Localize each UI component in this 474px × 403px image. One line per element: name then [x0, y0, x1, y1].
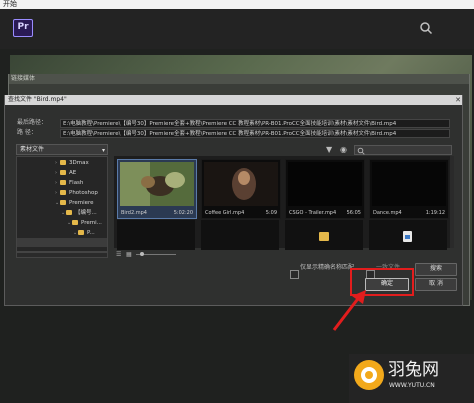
pointer-arrow-icon: [332, 290, 366, 331]
tree-item[interactable]: › AE: [55, 169, 76, 178]
coffee-girl-thumbnail: [204, 162, 278, 206]
premiere-logo: Pr: [13, 19, 33, 37]
search-icon[interactable]: [419, 21, 433, 35]
file-grid[interactable]: Bird2.mp4 5:02:20 Coffee Girl.mp4 5:09 C…: [114, 156, 454, 250]
file-tile[interactable]: [369, 220, 447, 250]
grid-view-icon[interactable]: ▦: [126, 251, 132, 258]
exact-match-checkbox[interactable]: [290, 264, 299, 283]
document-icon: [403, 231, 412, 242]
cancel-button[interactable]: 取 消: [415, 278, 457, 291]
tree-scrollbar[interactable]: [16, 252, 108, 258]
window-title: 开始: [3, 0, 17, 8]
file-name: Bird2.mp4: [121, 210, 147, 216]
file-duration: 5:09: [265, 210, 277, 216]
tree-item[interactable]: › 3Dmax: [55, 159, 89, 168]
tree-item[interactable]: ⌄ Premi...: [67, 219, 102, 228]
tree-item[interactable]: ⌄ Premiere: [55, 199, 94, 208]
file-name: Dance.mp4: [373, 210, 402, 216]
search-input[interactable]: [354, 145, 452, 155]
location-dropdown[interactable]: 素材文件 ▾: [16, 144, 108, 155]
tree-item[interactable]: ⌄ P...: [73, 229, 95, 238]
file-duration: 56:05: [346, 210, 361, 216]
dialog-title: 查找文件 "Bird.mp4": [5, 95, 462, 105]
file-name: CSGO - Trailer.mp4: [289, 210, 337, 216]
link-media-title: 链接媒体: [9, 74, 469, 84]
file-tile[interactable]: [201, 220, 279, 250]
file-tile[interactable]: [285, 220, 363, 250]
file-tile[interactable]: [117, 220, 195, 250]
csgo-thumbnail: [288, 162, 362, 206]
tree-item[interactable]: ⌄ 【编号...: [61, 209, 97, 218]
watermark-url: WWW.YUTU.CN: [389, 382, 435, 389]
window-titlebar: 开始: [0, 0, 474, 9]
file-name: Coffee Girl.mp4: [205, 210, 245, 216]
filter-icon[interactable]: ▼: [326, 145, 332, 154]
folder-icon: [66, 210, 72, 215]
tree-item[interactable]: › Photoshop: [55, 189, 98, 198]
chevron-down-icon: ▾: [101, 147, 105, 154]
file-duration: 5:02:20: [173, 210, 193, 216]
search-button[interactable]: 搜索: [415, 263, 457, 276]
path-field[interactable]: E:\电脑教程\Premiere\【编号30】Premiere全套+教程\Pre…: [60, 129, 450, 138]
folder-icon: [60, 180, 66, 185]
dance-thumbnail: [372, 162, 446, 206]
folder-icon: [60, 190, 66, 195]
zoom-slider-handle[interactable]: [140, 252, 144, 256]
folder-icon: [72, 220, 78, 225]
list-view-icon[interactable]: ☰: [116, 251, 121, 258]
folder-icon: [60, 160, 66, 165]
folder-icon: [78, 230, 84, 235]
path-label: 路 径：: [17, 129, 37, 136]
file-duration: 1:19:12: [425, 210, 445, 216]
watermark-text: 羽兔网: [388, 360, 439, 380]
folder-icon: [60, 200, 66, 205]
search-icon: [357, 147, 365, 155]
exact-match-label: 仅显示精确名称匹配: [300, 264, 355, 271]
last-path-label: 最后路径：: [17, 119, 48, 126]
watermark-logo-icon: [354, 360, 384, 390]
view-icon[interactable]: ◉: [340, 145, 347, 154]
grid-scrollbar[interactable]: [450, 156, 454, 248]
file-tile-dance[interactable]: Dance.mp4 1:19:12: [369, 159, 449, 219]
file-tile-bird[interactable]: Bird2.mp4 5:02:20: [117, 159, 197, 219]
last-path-field: E:\电脑教程\Premiere\【编号30】Premiere全套+教程\Pre…: [60, 119, 450, 128]
folder-icon: [60, 170, 66, 175]
bird-thumbnail: [120, 162, 194, 206]
file-tile-coffee-girl[interactable]: Coffee Girl.mp4 5:09: [201, 159, 281, 219]
file-tile-csgo[interactable]: CSGO - Trailer.mp4 56:05: [285, 159, 365, 219]
tree-item[interactable]: › Flash: [55, 179, 83, 188]
app-header: [0, 9, 474, 49]
checkbox[interactable]: [290, 270, 299, 279]
location-dropdown-value: 素材文件: [20, 146, 45, 153]
folder-icon: [319, 232, 329, 241]
close-icon[interactable]: ✕: [454, 96, 462, 104]
tree-selected-row[interactable]: [17, 238, 107, 247]
